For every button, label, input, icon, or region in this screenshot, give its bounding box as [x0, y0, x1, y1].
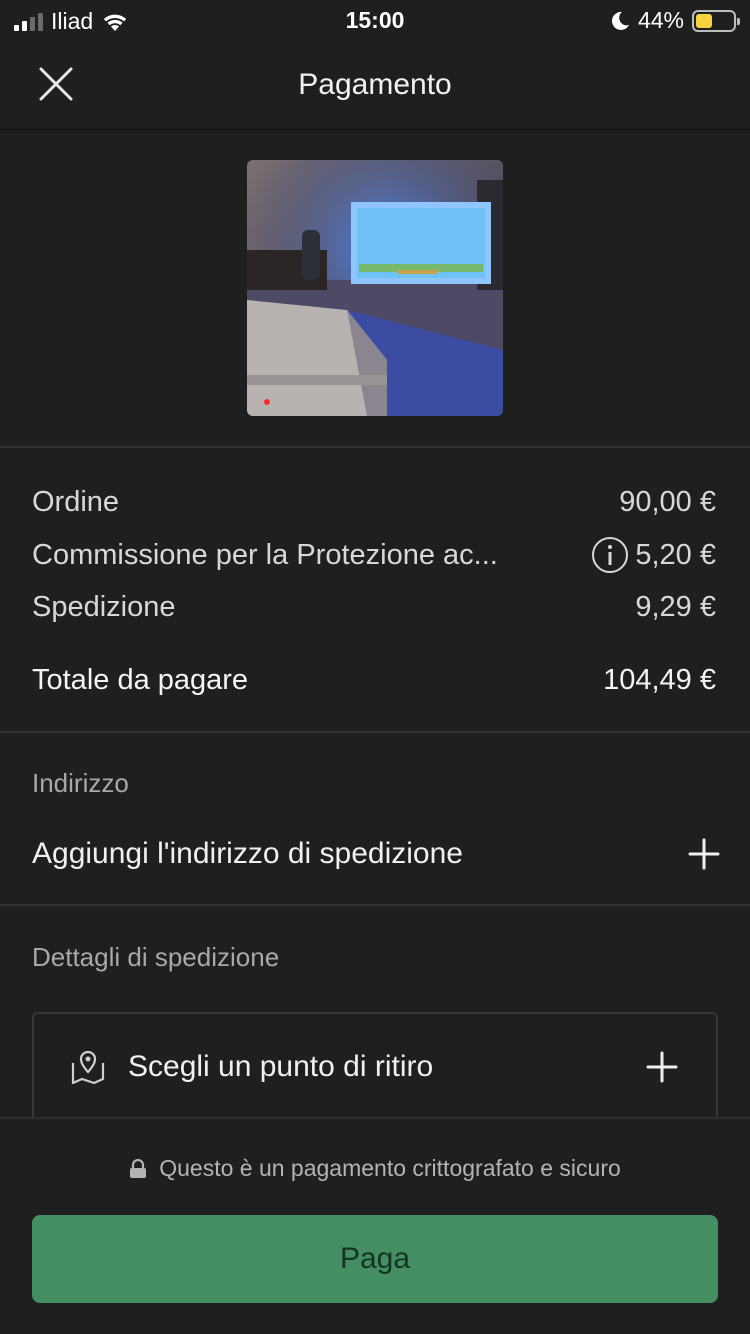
pickup-left: Scegli un punto di ritiro: [70, 1048, 433, 1086]
add-address-label: Aggiungi l'indirizzo di spedizione: [32, 837, 463, 870]
product-photo: [247, 160, 503, 416]
shipping-value: 9,29 €: [635, 590, 716, 623]
order-row: Ordine 90,00 €: [32, 482, 716, 522]
divider: [0, 731, 750, 733]
divider: [0, 904, 750, 906]
pay-button[interactable]: Paga: [32, 1215, 718, 1303]
total-label: Totale da pagare: [32, 663, 249, 696]
shipping-label: Spedizione: [32, 590, 176, 623]
fee-row: Commissione per la Protezione ac... 5,20…: [32, 535, 716, 575]
shipping-details-label: Dettagli di spedizione: [32, 942, 280, 972]
fee-right: 5,20 €: [591, 536, 716, 574]
page-title: Pagamento: [298, 68, 452, 101]
status-bar: Iliad 15:00 44%: [0, 0, 750, 42]
info-icon[interactable]: [591, 536, 629, 574]
plus-icon: [646, 1051, 678, 1083]
battery-icon: [692, 9, 740, 32]
pickup-inner: Scegli un punto di ritiro: [70, 1048, 678, 1086]
status-right: 44%: [610, 7, 740, 34]
secure-note: Questo è un pagamento crittografato e si…: [0, 1155, 750, 1182]
lock-icon: [130, 1158, 147, 1178]
total-row: Totale da pagare 104,49 €: [32, 660, 716, 700]
fee-value: 5,20 €: [635, 538, 716, 571]
product-image[interactable]: [247, 160, 503, 416]
order-value: 90,00 €: [619, 485, 716, 518]
add-address-button[interactable]: Aggiungi l'indirizzo di spedizione: [32, 832, 720, 876]
bottom-panel: Questo è un pagamento crittografato e si…: [0, 1117, 750, 1334]
plus-icon: [688, 838, 720, 870]
map-pin-icon: [71, 1050, 105, 1085]
fee-label: Commissione per la Protezione ac...: [32, 538, 498, 571]
pickup-label: Scegli un punto di ritiro: [128, 1050, 434, 1083]
address-section-label: Indirizzo: [32, 768, 129, 798]
divider: [0, 446, 750, 448]
shipping-row: Spedizione 9,29 €: [32, 587, 716, 627]
battery-percent: 44%: [637, 7, 684, 33]
secure-text: Questo è un pagamento crittografato e si…: [159, 1155, 621, 1181]
header: Pagamento: [0, 42, 750, 130]
total-value: 104,49 €: [603, 663, 716, 696]
moon-icon: [611, 11, 629, 30]
battery-level: [696, 13, 712, 28]
order-label: Ordine: [32, 485, 120, 518]
